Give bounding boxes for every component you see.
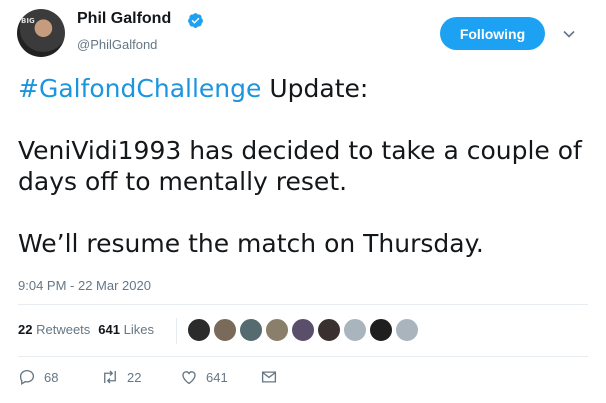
tweet-header: BIG Phil Galfond @PhilGalfond Following (0, 0, 606, 62)
like-count: 641 (206, 369, 228, 385)
avatar[interactable]: BIG (17, 9, 65, 57)
direct-message-button[interactable] (260, 368, 286, 386)
avatar-cap-text: BIG (21, 17, 35, 25)
tweet-timestamp[interactable]: 9:04 PM - 22 Mar 2020 (18, 278, 151, 293)
hashtag-link[interactable]: #GalfondChallenge (18, 74, 261, 103)
tweet-line-4: We’ll resume the match on Thursday. (18, 229, 484, 258)
reply-count: 68 (44, 369, 59, 385)
tweet-actions: 68 22 641 (18, 368, 318, 392)
liker-avatar[interactable] (213, 318, 237, 342)
stats-separator (176, 318, 177, 344)
tweet-stats: 22 Retweets 641 Likes (18, 322, 154, 337)
likes-count: 641 (98, 322, 120, 337)
liker-avatars (187, 318, 421, 342)
likes-stat[interactable]: 641 Likes (98, 322, 154, 337)
retweets-label: Retweets (36, 322, 91, 337)
like-button[interactable]: 641 (180, 368, 228, 386)
reply-icon (19, 369, 35, 385)
divider (18, 304, 588, 305)
heart-icon (182, 371, 196, 385)
divider (18, 356, 588, 357)
liker-avatar[interactable] (265, 318, 289, 342)
tweet-text: #GalfondChallenge Update: VeniVidi1993 h… (18, 73, 588, 259)
retweets-count: 22 (18, 322, 33, 337)
likes-label: Likes (123, 322, 154, 337)
tweet-line-3: days off to mentally reset. (18, 167, 348, 196)
tweet-line-2: VeniVidi1993 has decided to take a coupl… (18, 136, 582, 165)
liker-avatar[interactable] (187, 318, 211, 342)
liker-avatar[interactable] (343, 318, 367, 342)
tweet-gap (18, 197, 588, 228)
retweet-button[interactable]: 22 (101, 368, 141, 386)
author-handle[interactable]: @PhilGalfond (77, 37, 157, 52)
chevron-down-icon[interactable] (562, 27, 576, 41)
retweet-icon (104, 370, 116, 384)
retweets-stat[interactable]: 22 Retweets (18, 322, 90, 337)
liker-avatar[interactable] (317, 318, 341, 342)
tweet-gap (18, 104, 588, 135)
liker-avatar[interactable] (395, 318, 419, 342)
following-button[interactable]: Following (440, 17, 545, 50)
envelope-icon (261, 371, 277, 383)
liker-avatar[interactable] (369, 318, 393, 342)
retweet-count: 22 (127, 369, 142, 385)
liker-avatar[interactable] (291, 318, 315, 342)
reply-button[interactable]: 68 (18, 368, 58, 386)
tweet-line-1-rest: Update: (261, 74, 369, 103)
verified-badge-icon (188, 13, 203, 28)
liker-avatar[interactable] (239, 318, 263, 342)
author-name[interactable]: Phil Galfond (77, 10, 171, 28)
tweet-line-1: #GalfondChallenge Update: (18, 73, 588, 104)
